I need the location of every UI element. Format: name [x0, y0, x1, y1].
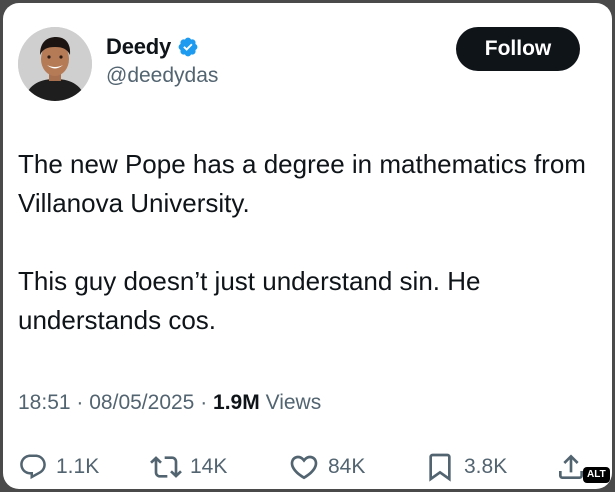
share-button[interactable]: ALT [555, 447, 611, 487]
alt-badge[interactable]: ALT [583, 467, 610, 483]
bookmark-count: 3.8K [464, 455, 508, 478]
bookmark-icon [424, 451, 456, 483]
display-name[interactable]: Deedy [106, 34, 171, 60]
views-count: 1.9M [213, 391, 260, 414]
bookmark-button[interactable]: 3.8K [424, 447, 507, 487]
tweet-meta: 18:51 · 08/05/2025 · 1.9M Views [18, 391, 321, 415]
meta-separator: · [200, 391, 208, 414]
tweet-time[interactable]: 18:51 [18, 391, 71, 414]
meta-separator: · [76, 391, 84, 414]
handle[interactable]: @deedydas [106, 64, 218, 88]
tweet-paragraph: The new Pope has a degree in mathematics… [18, 149, 586, 218]
heart-icon [288, 451, 320, 483]
reply-count: 1.1K [56, 455, 100, 478]
like-button[interactable]: 84K [288, 447, 365, 487]
views-label: Views [265, 391, 322, 414]
like-count: 84K [328, 455, 366, 478]
action-bar: 1.1K 14K 84K 3.8K ALT [18, 447, 611, 487]
author-block: Deedy @deedydas [106, 34, 218, 88]
tweet-paragraph: This guy doesn’t just understand sin. He… [18, 266, 481, 335]
avatar[interactable] [18, 27, 92, 101]
repost-button[interactable]: 14K [150, 447, 227, 487]
verified-badge-icon[interactable] [177, 36, 199, 58]
tweet-date[interactable]: 08/05/2025 [89, 391, 194, 414]
reply-icon [18, 452, 48, 482]
follow-button[interactable]: Follow [456, 27, 580, 71]
reply-button[interactable]: 1.1K [18, 447, 99, 487]
repost-count: 14K [190, 455, 228, 478]
tweet-text: The new Pope has a degree in mathematics… [18, 145, 598, 340]
name-row: Deedy [106, 34, 218, 60]
tweet-card: Deedy @deedydas Follow The new Pope has … [3, 3, 612, 489]
repost-icon [150, 451, 182, 483]
